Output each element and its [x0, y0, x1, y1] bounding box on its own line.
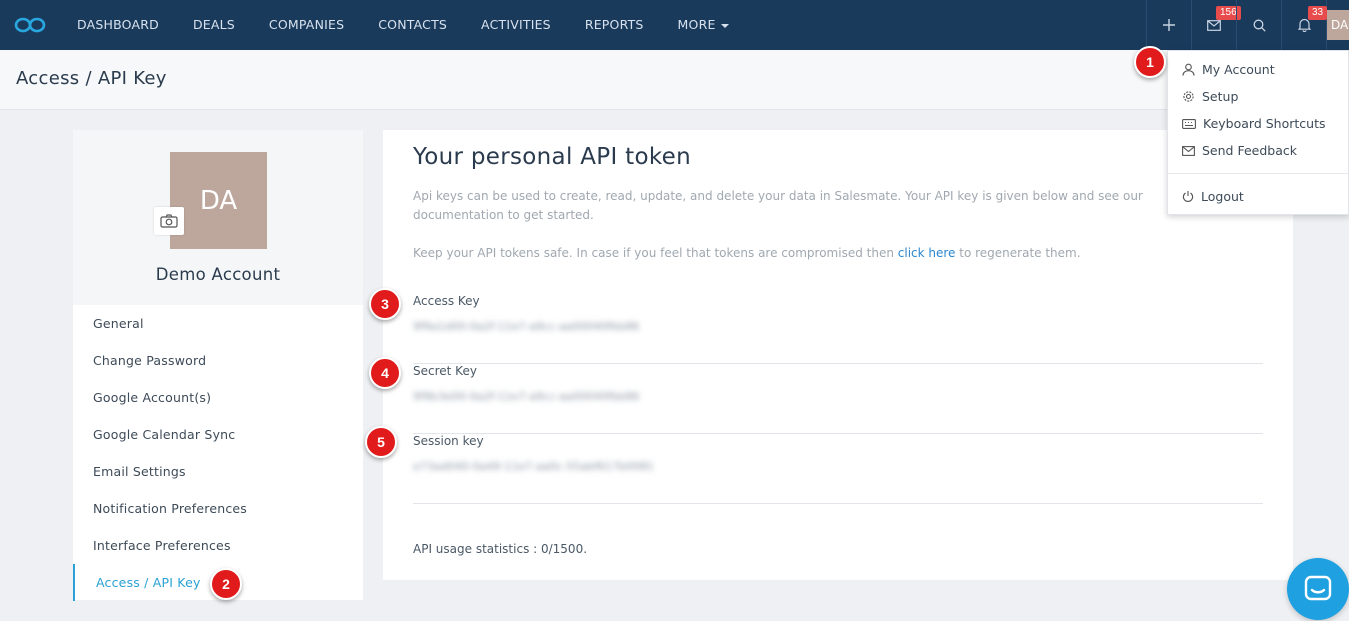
dropdown-logout-label: Logout [1201, 189, 1244, 204]
secret-key-block: Secret Key 9f9b3e00-0a2f-11e7-a9cc-aa000… [413, 364, 1263, 434]
access-key-label: Access Key [413, 294, 480, 308]
nav-reports[interactable]: REPORTS [568, 0, 661, 50]
profile-initials: DA [199, 185, 238, 216]
dropdown-send-feedback-label: Send Feedback [1202, 143, 1297, 158]
mail-icon [1207, 19, 1221, 31]
chat-launcher-button[interactable] [1287, 558, 1349, 620]
envelope-icon [1182, 145, 1195, 156]
api-token-panel: Your personal API token Api keys can be … [383, 130, 1293, 580]
profile-card: DA Demo Account [73, 130, 363, 305]
profile-name: Demo Account [155, 265, 281, 284]
caret-down-icon [720, 23, 729, 28]
step-badge-4: 4 [369, 357, 401, 389]
dropdown-send-feedback[interactable]: Send Feedback [1182, 143, 1297, 158]
user-icon [1182, 63, 1195, 76]
session-key-label: Session key [413, 434, 484, 448]
safety-text-after: to regenerate them. [955, 246, 1081, 260]
safety-text-before: Keep your API tokens safe. In case if yo… [413, 246, 898, 260]
step-badge-1-number: 1 [1146, 54, 1154, 70]
dropdown-logout[interactable]: Logout [1182, 189, 1244, 204]
nav-more-label: MORE [677, 17, 716, 32]
menu-interface-preferences[interactable]: Interface Preferences [73, 527, 363, 564]
step-badge-2-number: 2 [222, 576, 230, 592]
regenerate-link[interactable]: click here [898, 246, 956, 260]
access-key-value[interactable]: 9f9a1d00-0a2f-11e7-a9cc-aa00040fbb86 [413, 320, 639, 333]
user-dropdown-menu: My Account Setup Keyboard Shortcuts Send… [1167, 50, 1349, 215]
menu-google-accounts[interactable]: Google Account(s) [73, 379, 363, 416]
api-usage-stats: API usage statistics : 0/1500. [413, 542, 588, 556]
camera-icon [160, 214, 178, 228]
app-logo[interactable] [0, 0, 60, 50]
user-avatar-button[interactable]: DA [1326, 0, 1349, 50]
bell-icon [1297, 18, 1311, 32]
notifications-button[interactable]: 33 [1281, 0, 1328, 50]
menu-email-settings[interactable]: Email Settings [73, 453, 363, 490]
dropdown-my-account-label: My Account [1202, 62, 1275, 77]
top-navbar: DASHBOARD DEALS COMPANIES CONTACTS ACTIV… [0, 0, 1349, 50]
menu-notification-preferences[interactable]: Notification Preferences [73, 490, 363, 527]
add-button[interactable] [1146, 0, 1191, 50]
menu-general[interactable]: General [73, 305, 363, 342]
step-badge-5-number: 5 [377, 434, 385, 450]
dropdown-setup[interactable]: Setup [1182, 89, 1238, 104]
notification-badge: 33 [1308, 6, 1328, 20]
dropdown-setup-label: Setup [1202, 89, 1239, 104]
plus-icon [1163, 19, 1175, 31]
avatar: DA [1327, 10, 1349, 40]
panel-title: Your personal API token [413, 144, 691, 170]
menu-google-calendar-sync[interactable]: Google Calendar Sync [73, 416, 363, 453]
step-badge-5: 5 [365, 426, 397, 458]
nav-activities[interactable]: ACTIVITIES [464, 0, 568, 50]
page-title: Access / API Key [16, 68, 167, 89]
settings-sidebar: DA Demo Account General Change Password … [73, 130, 363, 601]
dropdown-keyboard-shortcuts-label: Keyboard Shortcuts [1203, 116, 1326, 131]
step-badge-3: 3 [369, 288, 401, 320]
step-badge-3-number: 3 [381, 296, 389, 312]
nav-dashboard[interactable]: DASHBOARD [60, 0, 176, 50]
search-button[interactable] [1236, 0, 1281, 50]
dropdown-my-account[interactable]: My Account [1182, 62, 1275, 77]
session-key-block: Session key e73ad040-0a49-11e7-aa0c-55ab… [413, 434, 1263, 504]
nav-more[interactable]: MORE [661, 0, 746, 50]
access-key-block: Access Key 9f9a1d00-0a2f-11e7-a9cc-aa000… [413, 294, 1263, 364]
search-icon [1253, 19, 1266, 32]
step-badge-4-number: 4 [381, 365, 389, 381]
secret-key-value[interactable]: 9f9b3e00-0a2f-11e7-a9cc-aa00040fbb86 [413, 390, 639, 403]
power-icon [1182, 191, 1194, 203]
nav-companies[interactable]: COMPANIES [252, 0, 361, 50]
dropdown-divider [1168, 173, 1349, 174]
session-key-value[interactable]: e73ad040-0a49-11e7-aa0c-55abf617b0081 [413, 460, 654, 473]
chat-icon [1304, 575, 1332, 601]
gear-icon [1183, 91, 1194, 102]
profile-avatar: DA [170, 152, 267, 249]
menu-change-password[interactable]: Change Password [73, 342, 363, 379]
secret-key-label: Secret Key [413, 364, 477, 378]
nav-deals[interactable]: DEALS [176, 0, 252, 50]
step-badge-2: 2 [210, 568, 242, 600]
logo-icon [14, 17, 46, 33]
dropdown-keyboard-shortcuts[interactable]: Keyboard Shortcuts [1182, 116, 1326, 131]
mail-button[interactable]: 156 [1191, 0, 1241, 50]
keyboard-icon [1182, 118, 1196, 129]
settings-menu: General Change Password Google Account(s… [73, 305, 363, 601]
api-description: Api keys can be used to create, read, up… [413, 189, 1143, 222]
nav-contacts[interactable]: CONTACTS [361, 0, 464, 50]
step-badge-1: 1 [1134, 46, 1166, 78]
api-safety-note: Keep your API tokens safe. In case if yo… [413, 244, 1273, 263]
change-photo-button[interactable] [154, 207, 184, 235]
